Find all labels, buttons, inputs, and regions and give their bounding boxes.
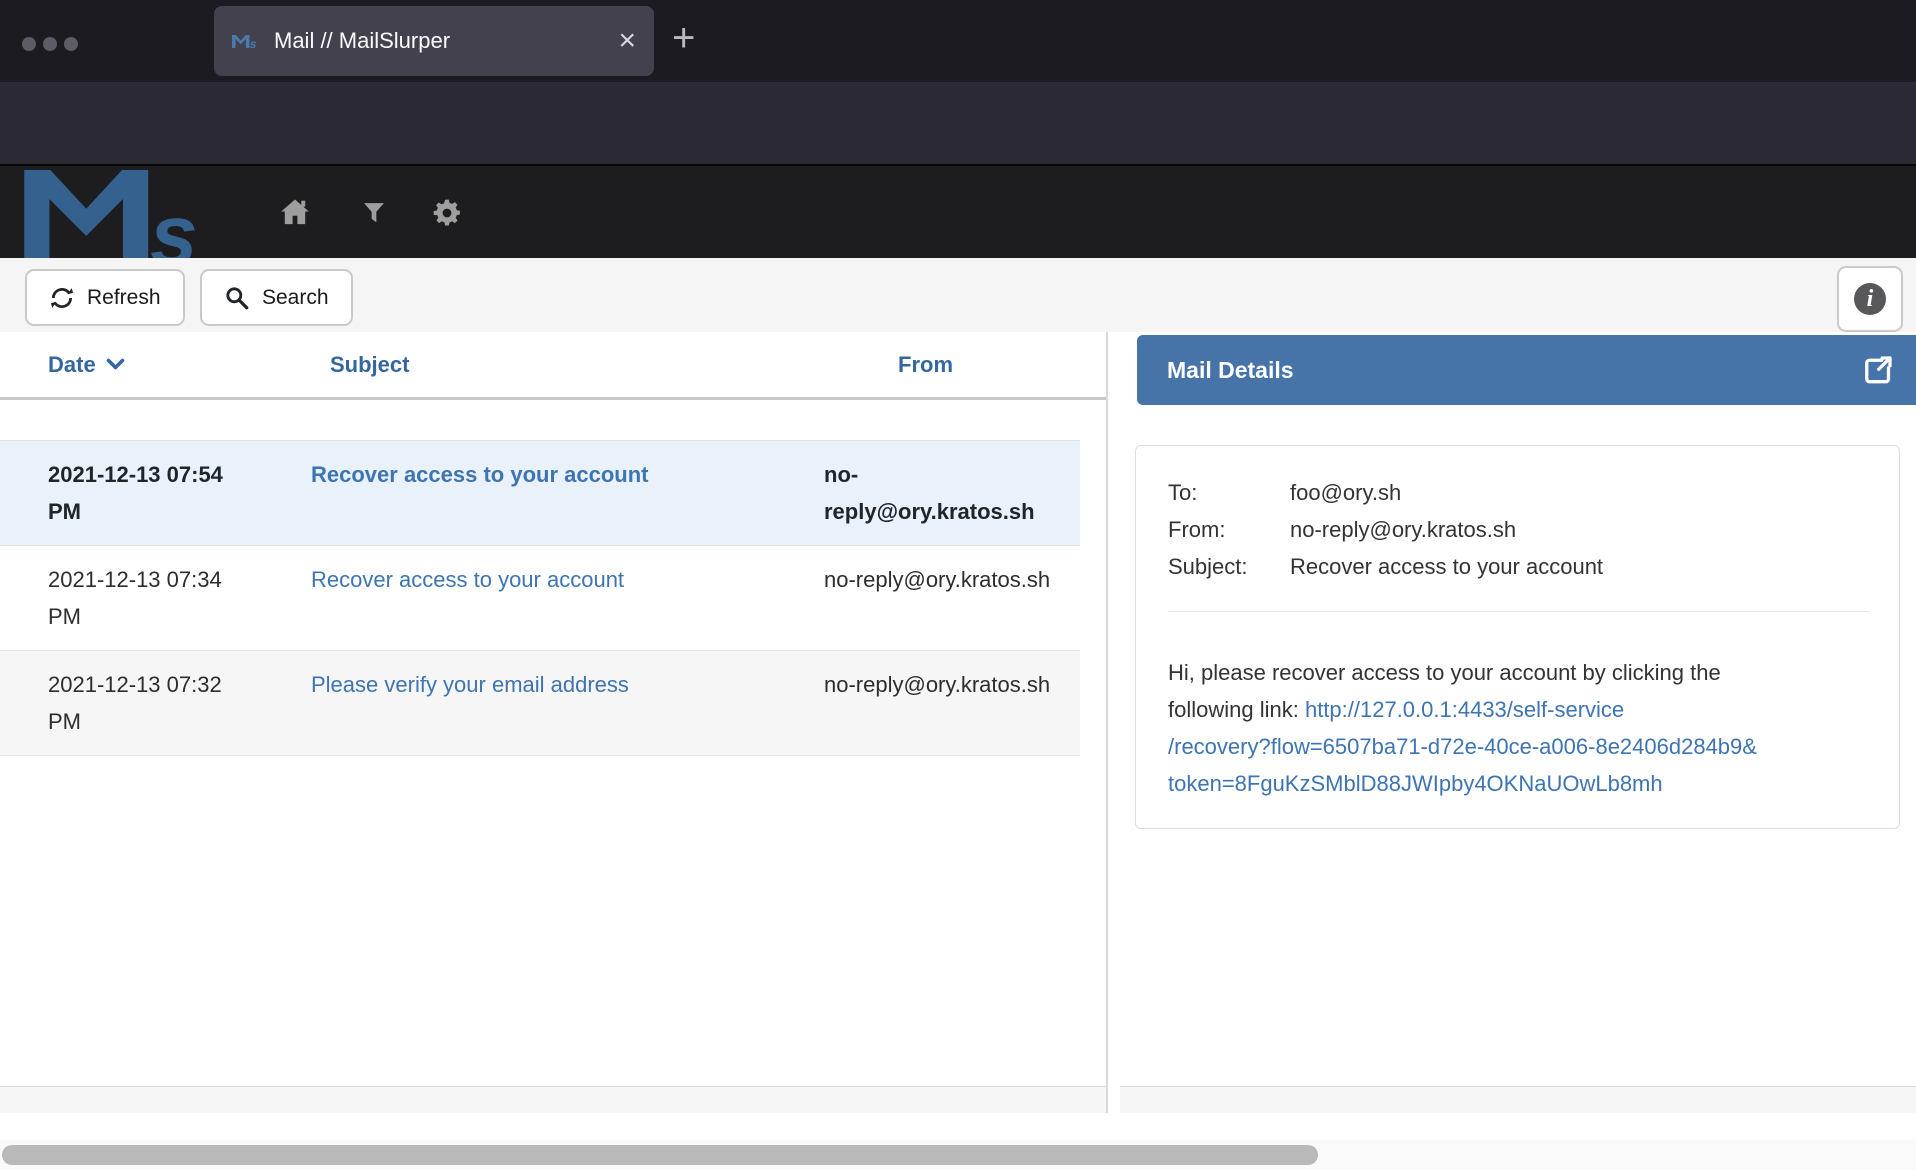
body-line1: Hi, please recover access to your accoun… xyxy=(1168,660,1721,685)
mail-subject-link[interactable]: Recover access to your account xyxy=(311,462,648,487)
mail-list-panel: Date Subject From 2021-12-13 07:54 PM Re… xyxy=(0,332,1108,1113)
table-spacer xyxy=(0,400,1106,440)
browser-nav-bar: 127.0.0.1:4436/# 90% xyxy=(0,82,1916,164)
window-control-minimize-icon[interactable] xyxy=(43,37,57,51)
mail-date: 2021-12-13 07:54 PM xyxy=(0,456,243,530)
mail-date: 2021-12-13 07:32 PM xyxy=(0,666,243,740)
tab-favicon-mailslurper-icon: s xyxy=(232,35,260,48)
mail-subject-link[interactable]: Please verify your email address xyxy=(311,672,629,697)
mail-from: no-reply@ory.kratos.sh xyxy=(776,456,1080,530)
body-line2-prefix: following link: xyxy=(1168,697,1305,722)
field-to: To:foo@ory.sh xyxy=(1168,474,1869,511)
field-to-label: To: xyxy=(1168,474,1290,511)
mail-subject-link[interactable]: Recover access to your account xyxy=(311,567,624,592)
mail-row-selected[interactable]: 2021-12-13 07:54 PM Recover access to yo… xyxy=(0,440,1080,546)
mail-details-panel: Mail Details To:foo@ory.sh From:no-reply… xyxy=(1120,332,1916,1113)
filter-icon[interactable] xyxy=(359,199,389,227)
mail-list-footer-strip xyxy=(0,1086,1106,1113)
mail-from: no-reply@ory.kratos.sh xyxy=(776,561,1080,635)
tab-close-icon[interactable]: × xyxy=(618,26,636,56)
search-label: Search xyxy=(262,286,329,310)
mail-details-title: Mail Details xyxy=(1137,357,1860,384)
mail-from: no-reply@ory.kratos.sh xyxy=(776,666,1080,740)
sort-desc-chevron-icon xyxy=(106,358,125,371)
browser-tab[interactable]: s Mail // MailSlurper × xyxy=(214,6,654,76)
info-button[interactable]: i xyxy=(1837,266,1903,332)
window-control-maximize-icon[interactable] xyxy=(64,37,78,51)
mailslurper-header: s xyxy=(0,164,1916,258)
external-link-icon[interactable] xyxy=(1860,352,1916,388)
field-from-label: From: xyxy=(1168,511,1290,548)
new-tab-button[interactable]: + xyxy=(672,18,695,58)
field-subject: Subject:Recover access to your account xyxy=(1168,548,1869,585)
mail-details-header: Mail Details xyxy=(1137,335,1916,405)
mail-date: 2021-12-13 07:34 PM xyxy=(0,561,243,635)
mailslurper-logo: s xyxy=(22,170,225,262)
mail-details-footer-strip xyxy=(1120,1086,1916,1113)
info-icon: i xyxy=(1854,283,1886,315)
svg-text:s: s xyxy=(250,37,257,48)
field-to-value: foo@ory.sh xyxy=(1290,480,1401,505)
browser-window: s Mail // MailSlurper × + xyxy=(0,0,1916,1170)
horizontal-scrollbar xyxy=(0,1140,1916,1170)
browser-tab-bar: s Mail // MailSlurper × + xyxy=(0,0,1916,82)
field-subject-label: Subject: xyxy=(1168,548,1290,585)
mail-row[interactable]: 2021-12-13 07:32 PM Please verify your e… xyxy=(0,651,1080,756)
logo-letter-s: s xyxy=(150,188,197,262)
column-header-subject[interactable]: Subject xyxy=(243,352,776,378)
mail-list-header-row: Date Subject From xyxy=(0,332,1106,400)
field-from: From:no-reply@ory.kratos.sh xyxy=(1168,511,1869,548)
column-header-from[interactable]: From xyxy=(776,352,1106,378)
mail-row[interactable]: 2021-12-13 07:34 PM Recover access to yo… xyxy=(0,546,1080,651)
details-divider xyxy=(1168,611,1869,612)
field-subject-value: Recover access to your account xyxy=(1290,554,1603,579)
gear-icon[interactable] xyxy=(431,197,463,229)
refresh-label: Refresh xyxy=(87,286,161,310)
mail-details-card: To:foo@ory.sh From:no-reply@ory.kratos.s… xyxy=(1135,445,1900,829)
mail-body: Hi, please recover access to your accoun… xyxy=(1168,654,1871,802)
main-content: Date Subject From 2021-12-13 07:54 PM Re… xyxy=(0,332,1916,1170)
horizontal-scrollbar-thumb[interactable] xyxy=(2,1145,1318,1165)
refresh-icon xyxy=(49,285,75,311)
search-icon xyxy=(224,285,250,311)
window-control-close-icon[interactable] xyxy=(22,37,36,51)
tab-title: Mail // MailSlurper xyxy=(274,28,618,54)
action-toolbar: Refresh Search i xyxy=(0,258,1916,332)
home-icon[interactable] xyxy=(276,195,314,231)
refresh-button[interactable]: Refresh xyxy=(25,269,185,326)
search-button[interactable]: Search xyxy=(200,269,353,326)
field-from-value: no-reply@ory.kratos.sh xyxy=(1290,517,1516,542)
column-header-date[interactable]: Date xyxy=(0,352,243,378)
